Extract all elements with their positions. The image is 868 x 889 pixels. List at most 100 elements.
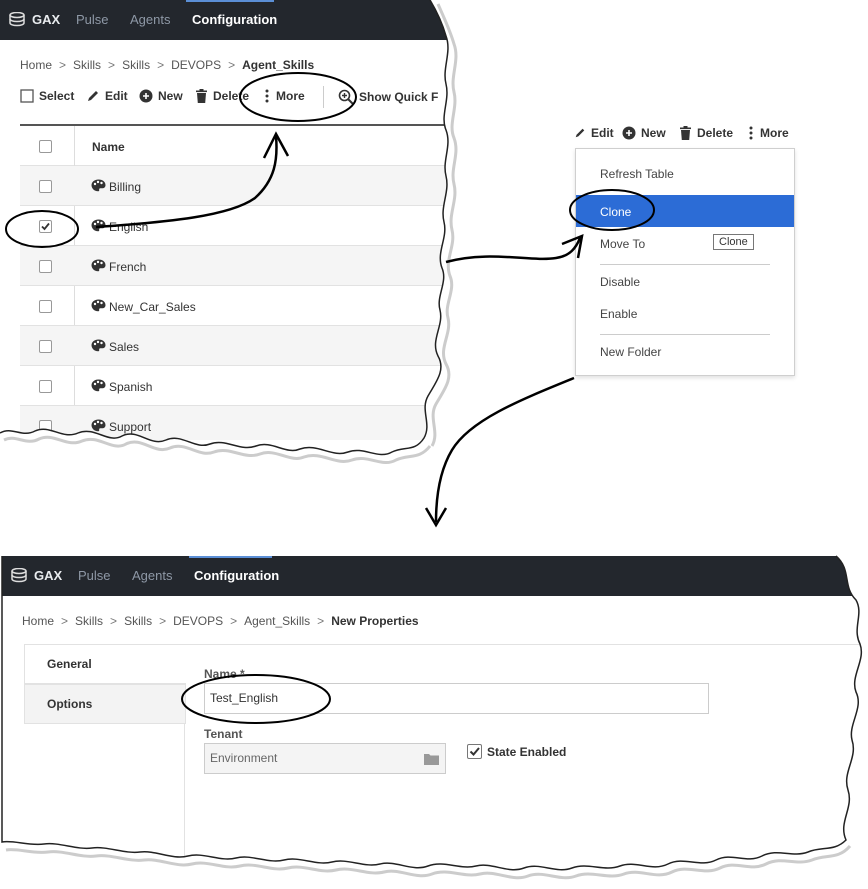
table-row[interactable]: Billing bbox=[20, 166, 450, 206]
tenant-field[interactable]: Environment bbox=[204, 743, 446, 774]
zoom-in-icon bbox=[338, 89, 354, 105]
breadcrumb: Home > Skills > Skills > DEVOPS > Agent_Skills bbox=[20, 58, 315, 72]
nav-pulse[interactable]: Pulse bbox=[76, 12, 109, 27]
row-checkbox[interactable] bbox=[39, 340, 52, 353]
state-enabled-checkbox[interactable] bbox=[467, 744, 482, 759]
breadcrumb-current: Agent_Skills bbox=[242, 58, 315, 72]
nav-configuration[interactable]: Configuration bbox=[192, 12, 277, 27]
palette-icon bbox=[91, 179, 106, 192]
select-button[interactable]: Select bbox=[20, 89, 74, 103]
menu-more-button[interactable]: More bbox=[747, 126, 789, 140]
tenant-label: Tenant bbox=[204, 727, 243, 741]
row-name[interactable]: Spanish bbox=[109, 380, 152, 394]
vertical-dots-icon bbox=[265, 89, 269, 103]
select-checkbox-icon bbox=[20, 89, 34, 103]
tab-options[interactable]: Options bbox=[24, 684, 186, 724]
database-logo-icon bbox=[11, 568, 27, 583]
table-row[interactable]: Spanish bbox=[20, 366, 450, 406]
nav-active-indicator bbox=[189, 556, 272, 558]
database-logo-icon bbox=[9, 12, 25, 27]
row-checkbox[interactable] bbox=[39, 180, 52, 193]
name-column-header[interactable]: Name bbox=[92, 140, 125, 154]
table-header: Name bbox=[20, 124, 450, 166]
row-name[interactable]: New_Car_Sales bbox=[109, 300, 196, 314]
breadcrumb-devops[interactable]: DEVOPS bbox=[173, 614, 223, 628]
row-name[interactable]: English bbox=[109, 220, 148, 234]
row-name[interactable]: Sales bbox=[109, 340, 139, 354]
plus-circle-icon bbox=[622, 126, 636, 140]
more-button[interactable]: More bbox=[263, 89, 305, 103]
row-checkbox[interactable] bbox=[39, 380, 52, 393]
breadcrumb-home[interactable]: Home bbox=[22, 614, 54, 628]
row-checkbox[interactable] bbox=[39, 260, 52, 273]
folder-icon bbox=[424, 754, 439, 765]
tenant-value: Environment bbox=[210, 751, 278, 765]
top-navbar: GAX Pulse Agents Configuration bbox=[0, 0, 450, 40]
trash-icon bbox=[680, 126, 691, 140]
tab-general[interactable]: General bbox=[24, 644, 186, 684]
table-row[interactable]: English bbox=[20, 206, 450, 246]
select-all-checkbox[interactable] bbox=[39, 140, 52, 153]
brand-label[interactable]: GAX bbox=[32, 12, 60, 27]
row-name[interactable]: Support bbox=[109, 420, 151, 434]
breadcrumb-skills-2[interactable]: Skills bbox=[122, 58, 150, 72]
breadcrumb: Home > Skills > Skills > DEVOPS > Agent_Skills > N… bbox=[22, 614, 419, 628]
name-input[interactable]: Test_English bbox=[204, 683, 709, 714]
menu-delete-button[interactable]: Delete bbox=[679, 126, 733, 140]
menu-item-new-folder[interactable]: New Folder bbox=[600, 345, 661, 359]
menu-item-enable[interactable]: Enable bbox=[600, 307, 637, 321]
top-screenshot-panel: GAX Pulse Agents Configuration Home > Skil… bbox=[0, 0, 450, 440]
breadcrumb-home[interactable]: Home bbox=[20, 58, 52, 72]
row-checkbox[interactable] bbox=[39, 420, 52, 433]
menu-divider bbox=[600, 334, 770, 335]
table-row[interactable]: New_Car_Sales bbox=[20, 286, 450, 326]
pencil-icon bbox=[575, 128, 585, 138]
plus-circle-icon bbox=[139, 89, 153, 103]
checkmark-icon bbox=[41, 222, 50, 231]
menu-new-button[interactable]: New bbox=[622, 126, 666, 140]
show-quick-filter-button[interactable]: Show Quick F bbox=[338, 89, 438, 105]
trash-icon bbox=[196, 89, 207, 103]
delete-button[interactable]: Delete bbox=[195, 89, 249, 103]
palette-icon bbox=[91, 299, 106, 312]
bottom-screenshot-panel: GAX Pulse Agents Configuration Home > Skil… bbox=[2, 556, 860, 866]
palette-icon bbox=[91, 259, 106, 272]
breadcrumb-current: New Properties bbox=[331, 614, 419, 628]
clone-tooltip: Clone bbox=[713, 234, 754, 250]
menu-item-refresh-table[interactable]: Refresh Table bbox=[600, 167, 674, 181]
breadcrumb-devops[interactable]: DEVOPS bbox=[171, 58, 221, 72]
edit-button[interactable]: Edit bbox=[86, 89, 128, 103]
table-row[interactable]: Sales bbox=[20, 326, 450, 366]
row-checkbox[interactable] bbox=[39, 300, 52, 313]
menu-item-move-to[interactable]: Move To bbox=[600, 237, 645, 251]
toolbar-divider bbox=[323, 86, 324, 108]
nav-agents[interactable]: Agents bbox=[132, 568, 172, 583]
breadcrumb-skills[interactable]: Skills bbox=[73, 58, 101, 72]
nav-active-indicator bbox=[186, 0, 274, 2]
row-name[interactable]: Billing bbox=[109, 180, 141, 194]
new-button[interactable]: New bbox=[139, 89, 183, 103]
brand-label[interactable]: GAX bbox=[34, 568, 62, 583]
breadcrumb-skills-2[interactable]: Skills bbox=[124, 614, 152, 628]
annotation-arrow-to-form bbox=[434, 376, 575, 523]
menu-item-disable[interactable]: Disable bbox=[600, 275, 640, 289]
state-enabled-label[interactable]: State Enabled bbox=[487, 745, 566, 759]
breadcrumb-agent-skills[interactable]: Agent_Skills bbox=[244, 614, 310, 628]
nav-configuration[interactable]: Configuration bbox=[194, 568, 279, 583]
menu-edit-button[interactable]: Edit bbox=[574, 126, 614, 140]
nav-agents[interactable]: Agents bbox=[130, 12, 170, 27]
row-checkbox-checked[interactable] bbox=[39, 220, 52, 233]
table-row[interactable]: Support bbox=[20, 406, 450, 440]
checkmark-icon bbox=[469, 747, 480, 756]
vertical-dots-icon bbox=[749, 126, 753, 140]
menu-divider bbox=[600, 264, 770, 265]
bottom-navbar: GAX Pulse Agents Configuration bbox=[2, 556, 860, 596]
more-dropdown-menu: Refresh Table Clone Move To Disable Enab… bbox=[575, 148, 795, 376]
table-row[interactable]: French bbox=[20, 246, 450, 286]
row-name[interactable]: French bbox=[109, 260, 146, 274]
palette-icon bbox=[91, 419, 106, 432]
nav-pulse[interactable]: Pulse bbox=[78, 568, 111, 583]
breadcrumb-skills[interactable]: Skills bbox=[75, 614, 103, 628]
name-label: Name * bbox=[204, 667, 245, 681]
menu-item-clone[interactable]: Clone bbox=[600, 205, 631, 219]
